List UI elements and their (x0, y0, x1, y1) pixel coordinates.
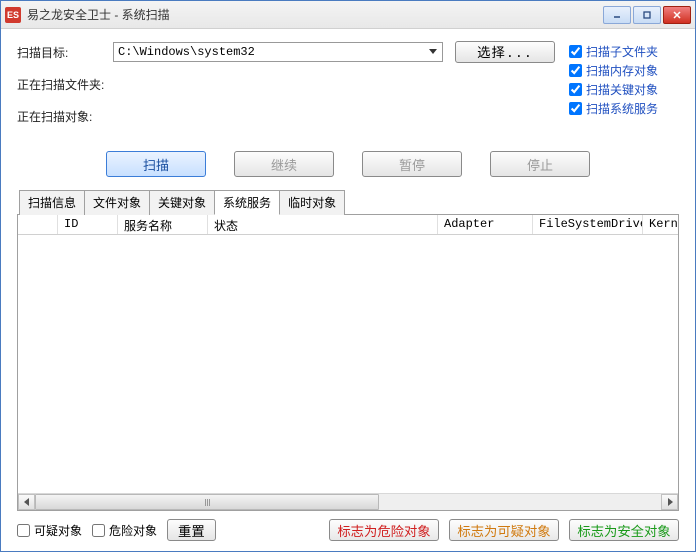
horizontal-scrollbar[interactable] (18, 493, 678, 510)
opt-services-checkbox[interactable] (569, 102, 582, 115)
suspicious-label[interactable]: 可疑对象 (34, 522, 82, 539)
continue-button[interactable]: 继续 (234, 151, 334, 177)
col-blank[interactable] (18, 215, 58, 234)
maximize-button[interactable] (633, 6, 661, 24)
col-adapter[interactable]: Adapter (438, 215, 533, 234)
opt-memory-label[interactable]: 扫描内存对象 (586, 62, 658, 79)
table-body (18, 235, 678, 493)
suspicious-checkbox[interactable] (17, 524, 30, 537)
close-button[interactable] (663, 6, 691, 24)
dangerous-checkbox[interactable] (92, 524, 105, 537)
col-service-name[interactable]: 服务名称 (118, 215, 208, 234)
scroll-thumb[interactable] (35, 494, 379, 510)
col-id[interactable]: ID (58, 215, 118, 234)
action-buttons: 扫描 继续 暂停 停止 (17, 151, 679, 177)
bottom-bar: 可疑对象 危险对象 重置 标志为危险对象 标志为可疑对象 标志为安全对象 (17, 519, 679, 541)
top-row: 扫描目标: C:\Windows\system32 选择... 正在扫描文件夹:… (17, 41, 679, 137)
content-area: 扫描目标: C:\Windows\system32 选择... 正在扫描文件夹:… (1, 29, 695, 551)
col-filesystemdriver[interactable]: FileSystemDriver (533, 215, 643, 234)
dangerous-label[interactable]: 危险对象 (109, 522, 157, 539)
opt-memory-checkbox[interactable] (569, 64, 582, 77)
scanning-folder-label: 正在扫描文件夹: (17, 76, 113, 93)
col-status[interactable]: 状态 (208, 215, 438, 234)
results-table: ID 服务名称 状态 Adapter FileSystemDriver Kern… (17, 214, 679, 511)
tabs: 扫描信息 文件对象 关键对象 系统服务 临时对象 (19, 189, 679, 214)
tab-system-services[interactable]: 系统服务 (214, 190, 280, 215)
opt-subfolders-checkbox[interactable] (569, 45, 582, 58)
scroll-left-icon[interactable] (18, 494, 35, 510)
scan-options: 扫描子文件夹 扫描内存对象 扫描关键对象 扫描系统服务 (569, 41, 679, 119)
scan-target-label: 扫描目标: (17, 44, 113, 61)
opt-critical-checkbox[interactable] (569, 83, 582, 96)
reset-button[interactable]: 重置 (167, 519, 216, 541)
opt-subfolders-label[interactable]: 扫描子文件夹 (586, 43, 658, 60)
mark-suspicious-button[interactable]: 标志为可疑对象 (449, 519, 559, 541)
app-icon: ES (5, 7, 21, 23)
left-fields: 扫描目标: C:\Windows\system32 选择... 正在扫描文件夹:… (17, 41, 557, 137)
tab-file-objects[interactable]: 文件对象 (84, 190, 150, 215)
opt-services-label[interactable]: 扫描系统服务 (586, 100, 658, 117)
pause-button[interactable]: 暂停 (362, 151, 462, 177)
stop-button[interactable]: 停止 (490, 151, 590, 177)
mark-safe-button[interactable]: 标志为安全对象 (569, 519, 679, 541)
scan-button[interactable]: 扫描 (106, 151, 206, 177)
titlebar[interactable]: ES 易之龙安全卫士 - 系统扫描 (1, 1, 695, 29)
minimize-button[interactable] (603, 6, 631, 24)
scanning-object-label: 正在扫描对象: (17, 108, 113, 125)
opt-critical-label[interactable]: 扫描关键对象 (586, 81, 658, 98)
tab-temp-objects[interactable]: 临时对象 (279, 190, 345, 215)
tab-critical-objects[interactable]: 关键对象 (149, 190, 215, 215)
select-button[interactable]: 选择... (455, 41, 555, 63)
tab-scan-info[interactable]: 扫描信息 (19, 190, 85, 215)
window-controls (603, 6, 691, 24)
window-title: 易之龙安全卫士 - 系统扫描 (27, 6, 603, 23)
col-kerneldriver[interactable]: KernelDri (643, 215, 678, 234)
table-header: ID 服务名称 状态 Adapter FileSystemDriver Kern… (18, 215, 678, 235)
scroll-right-icon[interactable] (661, 494, 678, 510)
scan-target-value: C:\Windows\system32 (118, 45, 255, 59)
app-window: ES 易之龙安全卫士 - 系统扫描 扫描目标: C:\Windows\syste… (0, 0, 696, 552)
scan-target-combo[interactable]: C:\Windows\system32 (113, 42, 443, 62)
dropdown-icon[interactable] (425, 44, 441, 60)
scroll-track[interactable] (35, 494, 661, 510)
mark-dangerous-button[interactable]: 标志为危险对象 (329, 519, 439, 541)
